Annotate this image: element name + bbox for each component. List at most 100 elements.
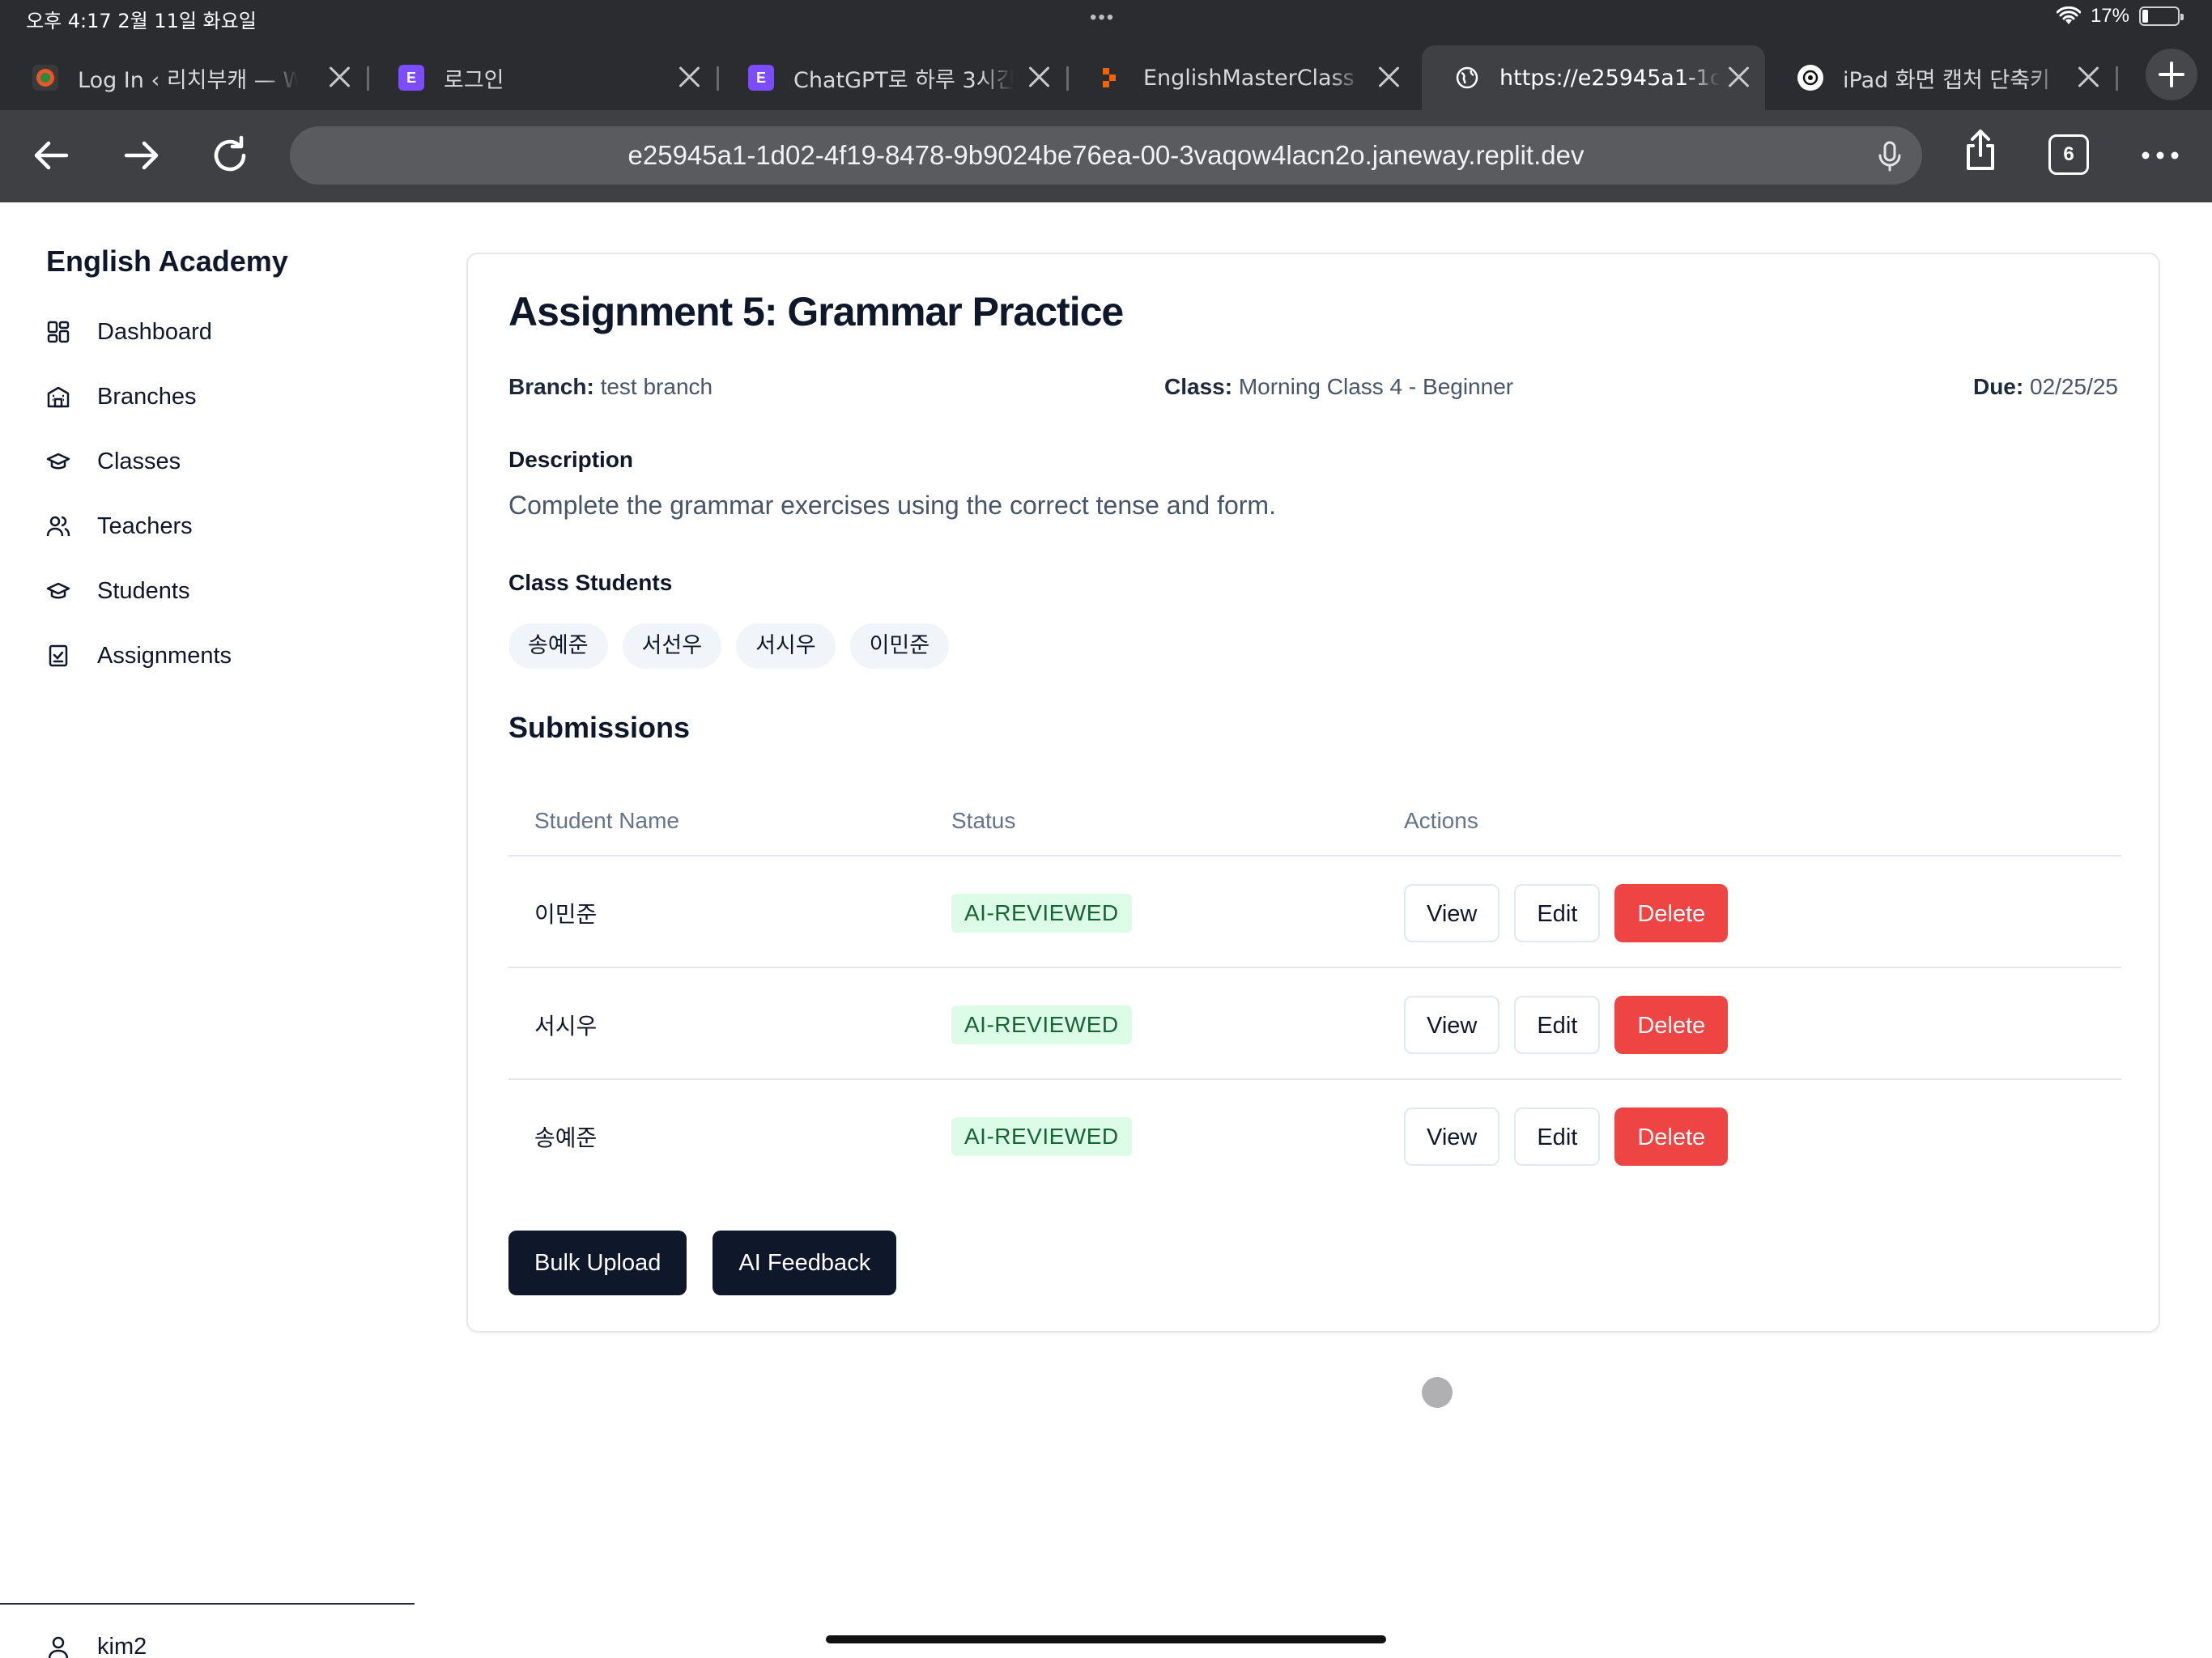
due-value: 02/25/25 [2030, 374, 2118, 399]
table-row: 송예준 AI-REVIEWED View Edit Delete [508, 1080, 2121, 1192]
delete-button[interactable]: Delete [1614, 1107, 1729, 1166]
student-chip: 서선우 [622, 623, 722, 669]
sidebar-user[interactable]: kim2 [46, 1634, 147, 1658]
card-footer-actions: Bulk Upload AI Feedback [508, 1231, 897, 1295]
tab-title: EnglishMasterClass [1143, 65, 1355, 91]
close-tab-icon[interactable] [1725, 63, 1752, 91]
forward-arrow-icon[interactable] [118, 133, 164, 178]
bulk-upload-button[interactable]: Bulk Upload [508, 1231, 687, 1295]
edit-button[interactable]: Edit [1514, 1107, 1601, 1166]
close-tab-icon[interactable] [1025, 63, 1053, 91]
student-chip: 송예준 [508, 623, 608, 669]
browser-tab[interactable]: Log In ‹ 리치부캐 — W [0, 45, 369, 110]
assistive-touch-dot[interactable] [1422, 1377, 1453, 1408]
home-indicator[interactable] [826, 1635, 1386, 1643]
status-time: 오후 4:17 2월 11일 화요일 [26, 10, 257, 32]
multitasking-dots[interactable]: ••• [1090, 6, 1115, 29]
class-info: Class: Morning Class 4 - Beginner [1164, 374, 1513, 400]
browser-tab-active[interactable]: https://e25945a1-1d [1422, 45, 1765, 110]
description-heading: Description [508, 447, 634, 472]
status-bar: 오후 4:17 2월 11일 화요일 ••• 17% [0, 0, 2212, 39]
building-icon [46, 385, 70, 409]
share-icon[interactable] [1958, 128, 2003, 173]
battery-icon [2139, 6, 2184, 26]
sidebar: English Academy Dashboard Branches Class… [0, 202, 415, 1658]
sidebar-item-branches[interactable]: Branches [46, 364, 232, 429]
close-tab-icon[interactable] [1375, 63, 1402, 91]
url-text: e25945a1-1d02-4f19-8478-9b9024be76ea-00-… [627, 140, 1585, 170]
delete-button[interactable]: Delete [1614, 996, 1729, 1054]
sidebar-item-label: Teachers [97, 512, 193, 539]
edit-button[interactable]: Edit [1514, 996, 1601, 1054]
clipboard-check-icon [46, 644, 70, 668]
status-badge: AI-REVIEWED [951, 1005, 1132, 1044]
browser-tab-bar: Log In ‹ 리치부캐 — W E 로그인 E ChatGPT로 하루 3시… [0, 39, 2212, 110]
sidebar-item-teachers[interactable]: Teachers [46, 494, 232, 559]
submissions-table: Student Name Status Actions 이민준 AI-REVIE… [508, 787, 2121, 1192]
sidebar-item-label: Dashboard [97, 318, 212, 345]
openai-icon [1797, 65, 1823, 91]
close-tab-icon[interactable] [325, 63, 353, 91]
status-right: 17% [2056, 5, 2184, 28]
sidebar-item-label: Assignments [97, 642, 232, 669]
edit-button[interactable]: Edit [1514, 884, 1601, 942]
graduation-cap-icon [46, 449, 70, 474]
view-button[interactable]: View [1404, 1107, 1500, 1166]
ai-feedback-button[interactable]: AI Feedback [713, 1231, 897, 1295]
tab-favicon-icon: E [748, 65, 774, 91]
view-button[interactable]: View [1404, 884, 1500, 942]
row-actions: View Edit Delete [1404, 884, 1729, 942]
submissions-heading: Submissions [508, 711, 691, 744]
sidebar-item-students[interactable]: Students [46, 559, 232, 623]
delete-button[interactable]: Delete [1614, 884, 1729, 942]
close-tab-icon[interactable] [675, 63, 703, 91]
sidebar-item-classes[interactable]: Classes [46, 429, 232, 494]
branch-label: Branch: [508, 374, 594, 399]
sidebar-item-label: Classes [97, 448, 181, 474]
student-chips: 송예준 서선우 서시우 이민준 [508, 623, 950, 669]
sidebar-item-dashboard[interactable]: Dashboard [46, 300, 232, 364]
table-row: 이민준 AI-REVIEWED View Edit Delete [508, 857, 2121, 968]
globe-icon [1454, 65, 1480, 91]
row-actions: View Edit Delete [1404, 996, 1729, 1054]
class-label: Class: [1164, 374, 1233, 399]
tab-title: https://e25945a1-1d [1499, 65, 1720, 91]
tab-favicon-icon [1098, 65, 1124, 91]
class-value: Morning Class 4 - Beginner [1238, 374, 1514, 399]
page-title: Assignment 5: Grammar Practice [508, 289, 1124, 334]
student-chip: 서시우 [736, 623, 836, 669]
browser-tab[interactable]: E 로그인 [366, 45, 719, 110]
branch-info: Branch: test branch [508, 374, 713, 400]
app-brand: English Academy [46, 244, 288, 278]
student-chip: 이민준 [849, 623, 950, 669]
column-header-student-name: Student Name [534, 808, 679, 833]
close-tab-icon[interactable] [2074, 63, 2102, 91]
wifi-icon [2056, 6, 2081, 24]
branch-value: test branch [600, 374, 713, 399]
browser-toolbar: e25945a1-1d02-4f19-8478-9b9024be76ea-00-… [0, 110, 2212, 202]
address-bar[interactable]: e25945a1-1d02-4f19-8478-9b9024be76ea-00-… [290, 126, 1922, 185]
description-text: Complete the grammar exercises using the… [508, 491, 1276, 520]
student-name-cell: 송예준 [534, 1124, 598, 1151]
tab-title: iPad 화면 캡처 단축키 [1843, 67, 2050, 93]
back-arrow-icon[interactable] [29, 133, 74, 178]
reload-icon[interactable] [207, 133, 253, 178]
column-header-status: Status [951, 808, 1016, 833]
due-info: Due: 02/25/25 [1973, 374, 2118, 400]
browser-tab[interactable]: iPad 화면 캡처 단축키 [1765, 45, 2118, 110]
sidebar-item-label: Students [97, 577, 190, 604]
browser-tab[interactable]: E ChatGPT로 하루 3시간 [716, 45, 1069, 110]
status-badge: AI-REVIEWED [951, 1117, 1132, 1156]
microphone-icon[interactable] [1874, 139, 1906, 172]
tab-favicon-icon: E [398, 65, 424, 91]
tab-title: 로그인 [444, 67, 504, 93]
tab-count-button[interactable]: 6 [2048, 134, 2089, 175]
assignment-card: Assignment 5: Grammar Practice Branch: t… [466, 253, 2160, 1333]
sidebar-item-assignments[interactable]: Assignments [46, 623, 232, 688]
browser-tab[interactable]: EnglishMasterClass [1066, 45, 1415, 110]
view-button[interactable]: View [1404, 996, 1500, 1054]
more-options-icon[interactable] [2138, 133, 2183, 178]
class-students-heading: Class Students [508, 570, 673, 595]
table-header: Student Name Status Actions [508, 787, 2121, 857]
new-tab-button[interactable] [2146, 49, 2197, 100]
